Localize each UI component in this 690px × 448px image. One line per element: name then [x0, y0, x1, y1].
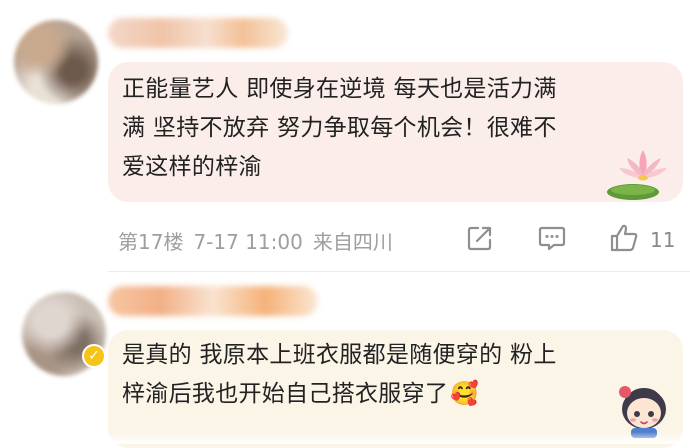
comment-text-line: 爱这样的梓渝: [122, 154, 262, 180]
verified-badge: ✓: [82, 344, 106, 368]
comment-text-line: 梓渝后我也开始自己搭衣服穿了🥰: [122, 375, 669, 414]
comment-meta: 第17楼 7-17 11:00 来自四川 11: [118, 222, 678, 258]
comment-date: 7-17 11:00: [193, 230, 303, 254]
comment-location: 来自四川: [312, 230, 393, 254]
comment-text-line: 正能量艺人 即使身在逆境 每天也是活力满: [122, 76, 557, 102]
username-blurred[interactable]: [108, 18, 288, 48]
floor-number: 第17楼: [118, 230, 184, 254]
share-icon[interactable]: [464, 222, 496, 254]
comment-bubble: 正能量艺人 即使身在逆境 每天也是活力满 满 坚持不放弃 努力争取每个机会！很难…: [108, 62, 683, 202]
emoji: 🥰: [450, 381, 480, 407]
comment-text: 正能量艺人 即使身在逆境 每天也是活力满 满 坚持不放弃 努力争取每个机会！很难…: [122, 70, 669, 187]
comment-text-span: 梓渝后我也开始自己搭衣服穿了: [122, 381, 449, 407]
like-count: 11: [650, 228, 676, 252]
comment-text: 是真的 我原本上班衣服都是随便穿的 粉上 梓渝后我也开始自己搭衣服穿了🥰: [122, 336, 669, 414]
comment-text-line: 是真的 我原本上班衣服都是随便穿的 粉上: [122, 342, 557, 368]
comment-1: 正能量艺人 即使身在逆境 每天也是活力满 满 坚持不放弃 努力争取每个机会！很难…: [0, 0, 690, 272]
comment-2: ✓ 是真的 我原本上班衣服都是随便穿的 粉上 梓渝后我也开始自己搭衣服穿了🥰: [0, 272, 690, 448]
avatar[interactable]: [14, 20, 98, 104]
comment-icon[interactable]: [536, 222, 568, 254]
comment-bubble: 是真的 我原本上班衣服都是随便穿的 粉上 梓渝后我也开始自己搭衣服穿了🥰: [108, 330, 683, 448]
comment-text-line: 满 坚持不放弃 努力争取每个机会！很难不: [122, 115, 557, 141]
username-blurred[interactable]: [108, 286, 318, 316]
thumbs-up-icon[interactable]: [608, 222, 640, 254]
bottom-fade: [0, 432, 690, 444]
comment-info: 第17楼 7-17 11:00 来自四川: [118, 226, 403, 255]
